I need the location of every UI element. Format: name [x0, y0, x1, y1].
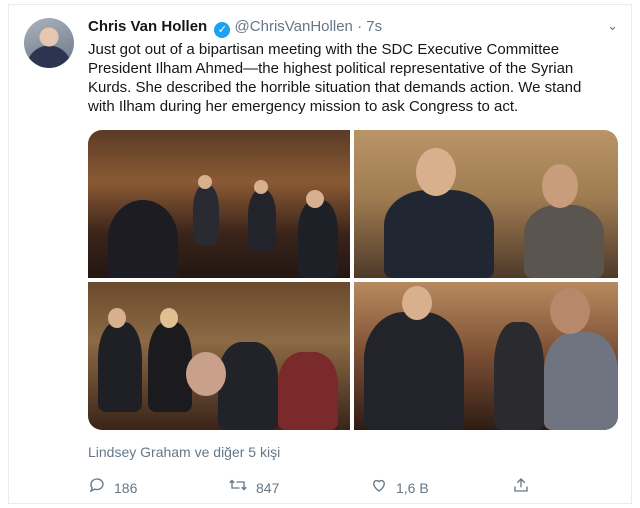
author-name[interactable]: Chris Van Hollen — [88, 18, 207, 35]
photo-person-head — [186, 352, 226, 396]
tweet-timestamp[interactable]: 7s — [366, 18, 382, 35]
photo-1[interactable] — [88, 130, 350, 278]
action-bar: 186 847 1,6 B — [88, 476, 608, 498]
media-grid — [88, 130, 618, 430]
photo-person-head — [306, 190, 324, 208]
retweet-icon — [228, 476, 248, 499]
photo-person-head — [160, 308, 178, 328]
share-icon — [512, 476, 530, 499]
photo-person-head — [550, 288, 590, 334]
photo-person-head — [416, 148, 456, 196]
verified-badge-icon: ✓ — [214, 22, 231, 38]
separator-dot: · — [357, 18, 363, 35]
photo-person — [193, 185, 219, 245]
photo-4[interactable] — [354, 282, 618, 430]
like-button[interactable]: 1,6 B — [370, 476, 429, 499]
photo-3[interactable] — [88, 282, 350, 430]
avatar[interactable] — [24, 18, 74, 68]
photo-person — [298, 200, 338, 278]
retweet-count: 847 — [256, 479, 280, 496]
reply-icon — [88, 476, 106, 499]
photo-person — [278, 352, 338, 430]
author-handle[interactable]: @ChrisVanHollen — [235, 18, 353, 35]
photo-person — [384, 190, 494, 278]
photo-person — [544, 332, 618, 430]
reply-count: 186 — [114, 479, 138, 496]
photo-table — [108, 200, 178, 278]
tweet-header: Chris Van Hollen ✓ @ChrisVanHollen · 7s — [88, 18, 382, 38]
photo-person-head — [402, 286, 432, 320]
photo-person — [524, 205, 604, 278]
liked-by-text[interactable]: Lindsey Graham ve diğer 5 kişi — [88, 444, 280, 460]
photo-person — [494, 322, 544, 430]
photo-person — [218, 342, 278, 430]
photo-person — [248, 190, 276, 252]
heart-icon — [370, 476, 388, 499]
photo-person — [364, 312, 464, 430]
photo-person-head — [108, 308, 126, 328]
photo-2[interactable] — [354, 130, 618, 278]
retweet-button[interactable]: 847 — [228, 476, 279, 499]
tweet-text: Just got out of a bipartisan meeting wit… — [88, 41, 582, 115]
photo-person-head — [254, 180, 268, 194]
photo-person-head — [198, 175, 212, 189]
chevron-down-icon[interactable]: ⌄ — [607, 18, 618, 34]
reply-button[interactable]: 186 — [88, 476, 137, 499]
photo-person-head — [542, 164, 578, 208]
photo-person — [148, 322, 192, 412]
like-count: 1,6 B — [396, 479, 429, 496]
photo-person — [98, 322, 142, 412]
share-button[interactable] — [512, 476, 530, 499]
